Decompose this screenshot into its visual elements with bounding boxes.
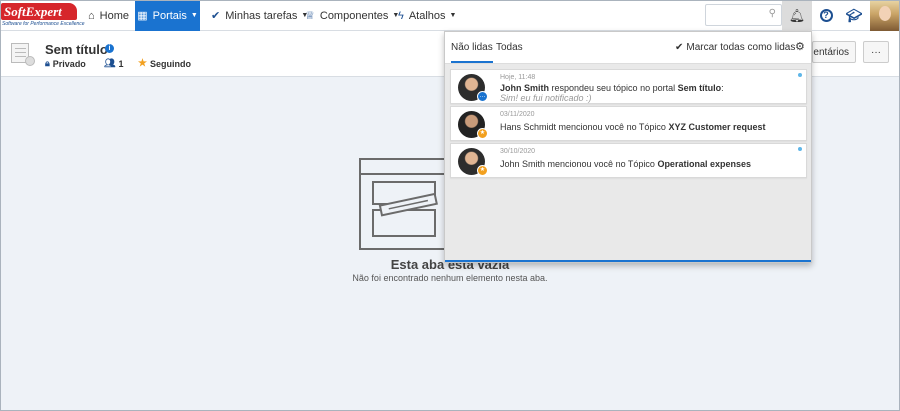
visibility-label: Privado [52, 58, 86, 69]
nav-componentes-label: Componentes [319, 9, 389, 22]
notification-text: Hans Schmidt mencionou você no Tópico XY… [500, 122, 765, 132]
notification-item[interactable]: ★ 03/11/2020 Hans Schmidt mencionou você… [450, 106, 807, 141]
follow-label: Seguindo [149, 58, 191, 69]
notification-item[interactable]: … Hoje, 11:48 John Smith respondeu seu t… [450, 69, 807, 104]
nav-home[interactable]: ⌂ Home [88, 0, 134, 31]
notification-item[interactable]: ★ 30/10/2020 John Smith mencionou você n… [450, 143, 807, 178]
nav-atalhos[interactable]: ϟ Atalhos ▼ [398, 0, 456, 31]
notifications-button[interactable]: 🔔︎ [782, 0, 812, 31]
mention-badge-icon: ★ [477, 165, 488, 176]
check-icon: ✔ [675, 42, 684, 53]
user-avatar[interactable] [870, 0, 900, 31]
notifications-dropdown: Não lidas Todas ✔ Marcar todas como lidas… [444, 31, 812, 263]
more-options-button[interactable]: ··· [863, 41, 889, 63]
bolt-icon: ϟ [398, 9, 404, 22]
star-icon: ★ [138, 58, 147, 69]
chevron-down-icon: ▼ [190, 12, 198, 19]
graduation-cap-icon: 🎓︎ [845, 7, 863, 23]
users-icon: 👥︎ [104, 58, 116, 68]
lock-icon: 🔒︎ [45, 58, 50, 68]
mark-all-read-button[interactable]: ✔ Marcar todas como lidas [675, 42, 795, 53]
mark-all-read-label: Marcar todas como lidas [686, 42, 796, 53]
search-icon[interactable]: ⚲ [769, 8, 776, 19]
tab-all[interactable]: Todas [496, 42, 523, 53]
notification-suffix: : [721, 83, 724, 93]
softexpert-logo[interactable]: SoftExpert Software for Performance Exce… [1, 3, 85, 28]
portal-icon [11, 43, 35, 67]
gear-icon[interactable]: ⚙ [795, 40, 805, 53]
info-icon[interactable]: i [105, 44, 114, 53]
search-box: ⚲ [705, 4, 782, 26]
visibility-status: 🔒︎ Privado [45, 58, 86, 69]
empty-state-subtitle: Não foi encontrado nenhum elemento nesta… [352, 273, 548, 283]
question-circle-icon: ? [819, 9, 833, 22]
notification-actor: John Smith [500, 83, 549, 93]
notification-target: Sem título [677, 83, 722, 93]
notification-time: 03/11/2020 [500, 111, 535, 118]
members-count[interactable]: 👥︎ 1 [104, 58, 123, 69]
notification-quote: Sim! eu fui notificado :) [500, 93, 592, 103]
unread-dot[interactable] [798, 147, 802, 151]
dropdown-bottom-accent [445, 260, 811, 262]
bell-icon: 🔔︎ [788, 7, 806, 23]
notification-target: XYZ Customer request [668, 122, 766, 132]
chevron-down-icon: ▼ [449, 12, 457, 19]
trophy-icon: ♕ [305, 10, 315, 22]
top-navbar: SoftExpert Software for Performance Exce… [0, 0, 900, 31]
search-input[interactable] [709, 5, 767, 25]
mention-badge-icon: ★ [477, 128, 488, 139]
page-title: Sem título [45, 42, 108, 57]
members-count-label: 1 [118, 58, 124, 69]
notifications-header: Não lidas Todas ✔ Marcar todas como lidas… [445, 32, 811, 64]
nav-minhas-tarefas[interactable]: ✔ Minhas tarefas ▼ [211, 0, 308, 31]
empty-tab-illustration [359, 158, 449, 250]
follow-toggle[interactable]: ★ Seguindo [138, 58, 191, 69]
notification-text: John Smith respondeu seu tópico no porta… [500, 83, 724, 93]
nav-portais[interactable]: ▦ Portais ▼ [135, 0, 200, 31]
ellipsis-icon: ··· [871, 46, 881, 58]
help-button[interactable]: ? [813, 0, 839, 31]
nav-minhas-tarefas-label: Minhas tarefas [225, 9, 298, 22]
comments-button[interactable]: mentários [812, 41, 856, 63]
notification-time: Hoje, 11:48 [500, 74, 536, 81]
unread-dot[interactable] [798, 73, 802, 77]
notification-target: Operational expenses [657, 159, 751, 169]
grid-icon: ▦ [137, 10, 148, 22]
notification-action: John Smith mencionou você no Tópico [500, 159, 658, 169]
avatar-face [879, 6, 891, 21]
learning-button[interactable]: 🎓︎ [841, 0, 867, 31]
nav-home-label: Home [99, 9, 129, 22]
notification-action: Hans Schmidt mencionou você no Tópico [500, 122, 669, 132]
nav-portais-label: Portais [152, 9, 187, 22]
tab-unread[interactable]: Não lidas [451, 42, 493, 63]
notification-time: 30/10/2020 [500, 148, 536, 155]
logo-tagline: Software for Performance Excellence [2, 21, 85, 27]
nav-atalhos-label: Atalhos [408, 9, 446, 22]
nav-componentes[interactable]: ♕ Componentes ▼ [305, 0, 399, 31]
notification-action: respondeu seu tópico no portal [549, 83, 678, 93]
notification-text: John Smith mencionou você no Tópico Oper… [500, 159, 751, 169]
comments-button-label: mentários [813, 46, 849, 58]
home-icon: ⌂ [88, 9, 95, 22]
comment-badge-icon: … [477, 91, 488, 102]
check-icon: ✔ [211, 10, 221, 22]
logo-mark: SoftExpert [1, 3, 77, 20]
